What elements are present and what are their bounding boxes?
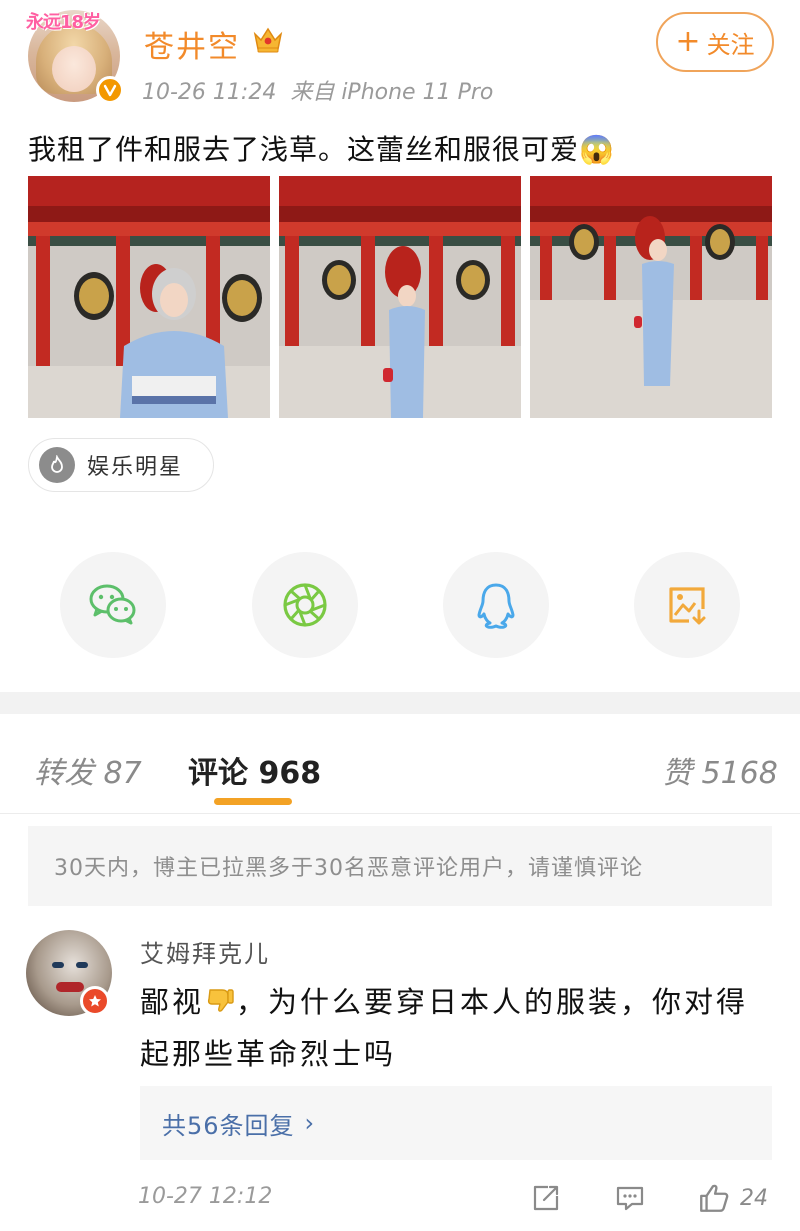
share-moments-button[interactable] [252, 552, 358, 658]
share-row [0, 552, 800, 660]
commenter-name[interactable]: 艾姆拜克儿 [140, 934, 270, 969]
chevron-right-icon: › [304, 1109, 316, 1137]
post-text: 我租了件和服去了浅草。这蕾丝和服很可爱😱 [28, 133, 615, 166]
crown-icon [253, 27, 283, 53]
comment-actions: 24 [526, 1178, 768, 1218]
comment-text: 鄙视 ，为什么要穿日本人的服装，你对得起那些革命烈士吗 [140, 976, 760, 1080]
share-out-icon [533, 1185, 559, 1211]
thumbs-up-icon [700, 1184, 729, 1212]
moments-icon [283, 583, 327, 627]
author-name[interactable]: 苍井空 [144, 22, 240, 66]
share-wechat-button[interactable] [60, 552, 166, 658]
follow-label: 关注 [706, 30, 755, 59]
save-image-icon [669, 587, 706, 625]
wechat-icon [89, 584, 136, 625]
reply-comment-button[interactable] [610, 1178, 650, 1218]
share-qq-button[interactable] [443, 552, 549, 658]
post-source: 来自 iPhone 11 Pro [290, 80, 494, 105]
photo-2[interactable] [279, 176, 521, 418]
like-count: 24 [740, 1185, 768, 1211]
post-timestamp: 10-26 11:24 [142, 80, 277, 105]
author-avatar[interactable]: 永远18岁 [26, 10, 124, 104]
active-tab-indicator [214, 798, 292, 805]
comment-notice: 30天内，博主已拉黑多于30名恶意评论用户，请谨慎评论 [28, 826, 772, 906]
follow-button[interactable]: + 关注 [656, 12, 774, 72]
plus-icon: + [675, 24, 701, 59]
comment-text-part1: 鄙视 [140, 985, 205, 1019]
verified-badge-icon [96, 76, 124, 104]
comment-bubble-icon [616, 1186, 644, 1211]
photo-grid [28, 176, 772, 418]
avatar-badge-text: 永远18岁 [26, 12, 101, 33]
save-image-button[interactable] [634, 552, 740, 658]
post-meta: 10-26 11:24 来自 iPhone 11 Pro [142, 74, 493, 106]
tab-reposts[interactable]: 转发 87 [34, 748, 142, 792]
interaction-tabs: 转发 87 评论 968 赞 5168 [0, 714, 800, 814]
commenter-badge-icon [80, 986, 110, 1016]
thumbs-down-emoji-icon [207, 989, 234, 1012]
fire-icon [39, 447, 75, 483]
like-comment-button[interactable] [694, 1178, 734, 1218]
view-replies-button[interactable]: 共56条回复 › [140, 1086, 772, 1160]
topic-tag-chip[interactable]: 娱乐明星 [28, 438, 214, 492]
tab-comments[interactable]: 评论 968 [188, 748, 321, 792]
photo-3[interactable] [530, 176, 772, 418]
qq-icon [477, 583, 515, 629]
replies-label: 共56条回复 [162, 1111, 295, 1140]
topic-tag-label: 娱乐明星 [87, 455, 184, 480]
repost-comment-button[interactable] [526, 1178, 566, 1218]
photo-1[interactable] [28, 176, 270, 418]
comment-time: 10-27 12:12 [138, 1184, 273, 1209]
section-divider [0, 692, 800, 714]
tab-likes[interactable]: 赞 5168 [662, 748, 778, 792]
